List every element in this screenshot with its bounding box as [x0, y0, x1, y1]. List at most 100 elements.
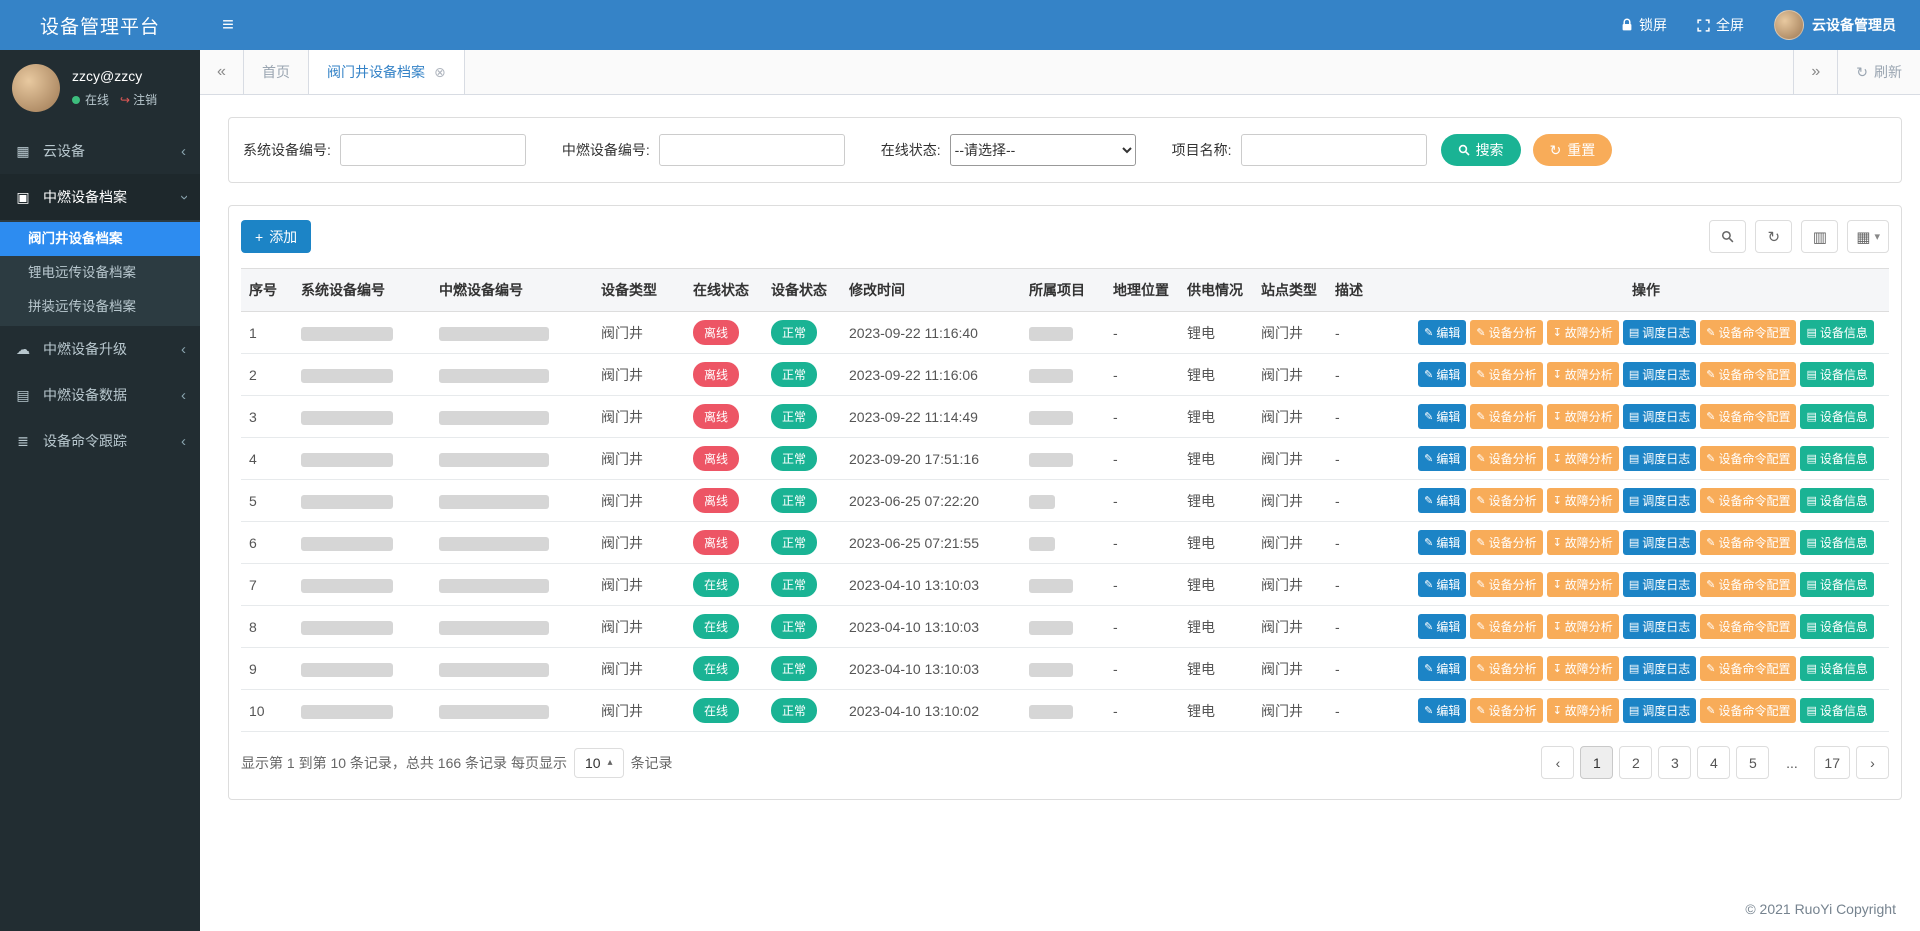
toolbar-refresh-button[interactable]: ↻: [1755, 220, 1792, 253]
action-fault-analysis-button[interactable]: ↧故障分析: [1547, 488, 1619, 513]
refresh-tab-button[interactable]: ↻ 刷新: [1837, 50, 1920, 94]
page-button-5[interactable]: 5: [1736, 746, 1769, 779]
sidebar-item-zhongran-archive[interactable]: ▣ 中燃设备档案 ‹: [0, 174, 200, 220]
project-name-input[interactable]: [1241, 134, 1427, 166]
toolbar-search-button[interactable]: [1709, 220, 1746, 253]
lock-screen-button[interactable]: 锁屏: [1621, 15, 1667, 35]
action-edit-button[interactable]: ✎编辑: [1418, 698, 1466, 723]
action-device-analysis-button[interactable]: ✎设备分析: [1470, 320, 1542, 345]
action-dispatch-log-button[interactable]: ▤调度日志: [1623, 404, 1696, 429]
action-device-info-button[interactable]: ▤设备信息: [1800, 320, 1873, 345]
action-fault-analysis-button[interactable]: ↧故障分析: [1547, 698, 1619, 723]
tabs-scroll-right-button[interactable]: »: [1793, 50, 1837, 94]
close-tab-icon[interactable]: ⊗: [434, 64, 446, 81]
action-dispatch-log-button[interactable]: ▤调度日志: [1623, 488, 1696, 513]
action-edit-button[interactable]: ✎编辑: [1418, 530, 1466, 555]
action-device-command-config-button[interactable]: ✎设备命令配置: [1700, 572, 1796, 597]
action-device-command-config-button[interactable]: ✎设备命令配置: [1700, 362, 1796, 387]
action-dispatch-log-button[interactable]: ▤调度日志: [1623, 320, 1696, 345]
action-edit-button[interactable]: ✎编辑: [1418, 488, 1466, 513]
action-edit-button[interactable]: ✎编辑: [1418, 446, 1466, 471]
sidebar-item-assembled-remote-archive[interactable]: 拼装远传设备档案: [0, 290, 200, 324]
action-fault-analysis-button[interactable]: ↧故障分析: [1547, 362, 1619, 387]
system-device-no-input[interactable]: [340, 134, 526, 166]
action-device-analysis-button[interactable]: ✎设备分析: [1470, 362, 1542, 387]
action-device-command-config-button[interactable]: ✎设备命令配置: [1700, 614, 1796, 639]
action-device-analysis-button[interactable]: ✎设备分析: [1470, 404, 1542, 429]
page-button-4[interactable]: 4: [1697, 746, 1730, 779]
page-button-3[interactable]: 3: [1658, 746, 1691, 779]
action-device-analysis-button[interactable]: ✎设备分析: [1470, 698, 1542, 723]
add-button[interactable]: + 添加: [241, 220, 311, 253]
action-device-command-config-button[interactable]: ✎设备命令配置: [1700, 404, 1796, 429]
page-button-1[interactable]: 1: [1580, 746, 1613, 779]
logout-link[interactable]: ↪ 注销: [120, 91, 157, 108]
toolbar-card-view-button[interactable]: ▥: [1801, 220, 1838, 253]
action-fault-analysis-button[interactable]: ↧故障分析: [1547, 446, 1619, 471]
action-device-command-config-button[interactable]: ✎设备命令配置: [1700, 488, 1796, 513]
user-menu[interactable]: 云设备管理员: [1774, 10, 1896, 40]
action-fault-analysis-button[interactable]: ↧故障分析: [1547, 404, 1619, 429]
action-device-analysis-button[interactable]: ✎设备分析: [1470, 488, 1542, 513]
page-prev-button[interactable]: ‹: [1541, 746, 1574, 779]
action-dispatch-log-button[interactable]: ▤调度日志: [1623, 614, 1696, 639]
sidebar-item-lithium-remote-archive[interactable]: 锂电远传设备档案: [0, 256, 200, 290]
sidebar-item-device-upgrade[interactable]: ☁ 中燃设备升级 ‹: [0, 326, 200, 372]
action-fault-analysis-button[interactable]: ↧故障分析: [1547, 614, 1619, 639]
action-device-command-config-button[interactable]: ✎设备命令配置: [1700, 656, 1796, 681]
action-device-analysis-button[interactable]: ✎设备分析: [1470, 572, 1542, 597]
action-fault-analysis-button[interactable]: ↧故障分析: [1547, 530, 1619, 555]
action-edit-button[interactable]: ✎编辑: [1418, 656, 1466, 681]
online-status-select[interactable]: --请选择--: [950, 134, 1136, 166]
action-dispatch-log-button[interactable]: ▤调度日志: [1623, 530, 1696, 555]
action-device-info-button[interactable]: ▤设备信息: [1800, 488, 1873, 513]
action-device-info-button[interactable]: ▤设备信息: [1800, 530, 1873, 555]
action-edit-button[interactable]: ✎编辑: [1418, 572, 1466, 597]
action-device-analysis-button[interactable]: ✎设备分析: [1470, 656, 1542, 681]
action-fault-analysis-button[interactable]: ↧故障分析: [1547, 656, 1619, 681]
action-dispatch-log-button[interactable]: ▤调度日志: [1623, 572, 1696, 597]
page-button-2[interactable]: 2: [1619, 746, 1652, 779]
reset-button[interactable]: ↻ 重置: [1533, 134, 1613, 166]
fullscreen-button[interactable]: 全屏: [1697, 15, 1744, 35]
page-size-select[interactable]: 10 ▴: [574, 748, 624, 778]
page-next-button[interactable]: ›: [1856, 746, 1889, 779]
action-device-info-button[interactable]: ▤设备信息: [1800, 446, 1873, 471]
action-device-info-button[interactable]: ▤设备信息: [1800, 656, 1873, 681]
action-dispatch-log-button[interactable]: ▤调度日志: [1623, 656, 1696, 681]
sidebar-item-device-data[interactable]: ▤ 中燃设备数据 ‹: [0, 372, 200, 418]
action-device-command-config-button[interactable]: ✎设备命令配置: [1700, 698, 1796, 723]
action-device-info-button[interactable]: ▤设备信息: [1800, 614, 1873, 639]
action-edit-button[interactable]: ✎编辑: [1418, 362, 1466, 387]
toolbar-columns-button[interactable]: ▦ ▾: [1847, 220, 1889, 253]
tab-home[interactable]: 首页: [244, 50, 309, 94]
action-edit-button[interactable]: ✎编辑: [1418, 614, 1466, 639]
action-device-command-config-button[interactable]: ✎设备命令配置: [1700, 446, 1796, 471]
action-device-command-config-button[interactable]: ✎设备命令配置: [1700, 530, 1796, 555]
action-fault-analysis-button[interactable]: ↧故障分析: [1547, 320, 1619, 345]
sidebar-item-valve-well-archive[interactable]: 阀门井设备档案: [0, 222, 200, 256]
action-dispatch-log-button[interactable]: ▤调度日志: [1623, 362, 1696, 387]
action-device-info-button[interactable]: ▤设备信息: [1800, 404, 1873, 429]
action-device-analysis-button[interactable]: ✎设备分析: [1470, 446, 1542, 471]
page-button-17[interactable]: 17: [1814, 746, 1850, 779]
action-fault-analysis-button[interactable]: ↧故障分析: [1547, 572, 1619, 597]
search-button[interactable]: 搜索: [1441, 134, 1521, 166]
action-edit-button[interactable]: ✎编辑: [1418, 320, 1466, 345]
action-device-info-button[interactable]: ▤设备信息: [1800, 572, 1873, 597]
action-edit-button[interactable]: ✎编辑: [1418, 404, 1466, 429]
zhongran-device-no-input[interactable]: [659, 134, 845, 166]
action-device-command-config-button[interactable]: ✎设备命令配置: [1700, 320, 1796, 345]
action-device-analysis-button[interactable]: ✎设备分析: [1470, 614, 1542, 639]
sidebar-toggle-button[interactable]: ≡: [200, 0, 256, 50]
tab-valve-well-archive[interactable]: 阀门井设备档案 ⊗: [309, 50, 465, 94]
action-device-analysis-button[interactable]: ✎设备分析: [1470, 530, 1542, 555]
sidebar-item-cloud-device[interactable]: ▦ 云设备 ‹: [0, 128, 200, 174]
action-dispatch-log-button[interactable]: ▤调度日志: [1623, 446, 1696, 471]
action-device-info-button[interactable]: ▤设备信息: [1800, 698, 1873, 723]
user-status-label: 在线: [85, 91, 109, 108]
action-device-info-button[interactable]: ▤设备信息: [1800, 362, 1873, 387]
action-dispatch-log-button[interactable]: ▤调度日志: [1623, 698, 1696, 723]
sidebar-item-command-track[interactable]: ≣ 设备命令跟踪 ‹: [0, 418, 200, 464]
tabs-scroll-left-button[interactable]: «: [200, 50, 244, 94]
